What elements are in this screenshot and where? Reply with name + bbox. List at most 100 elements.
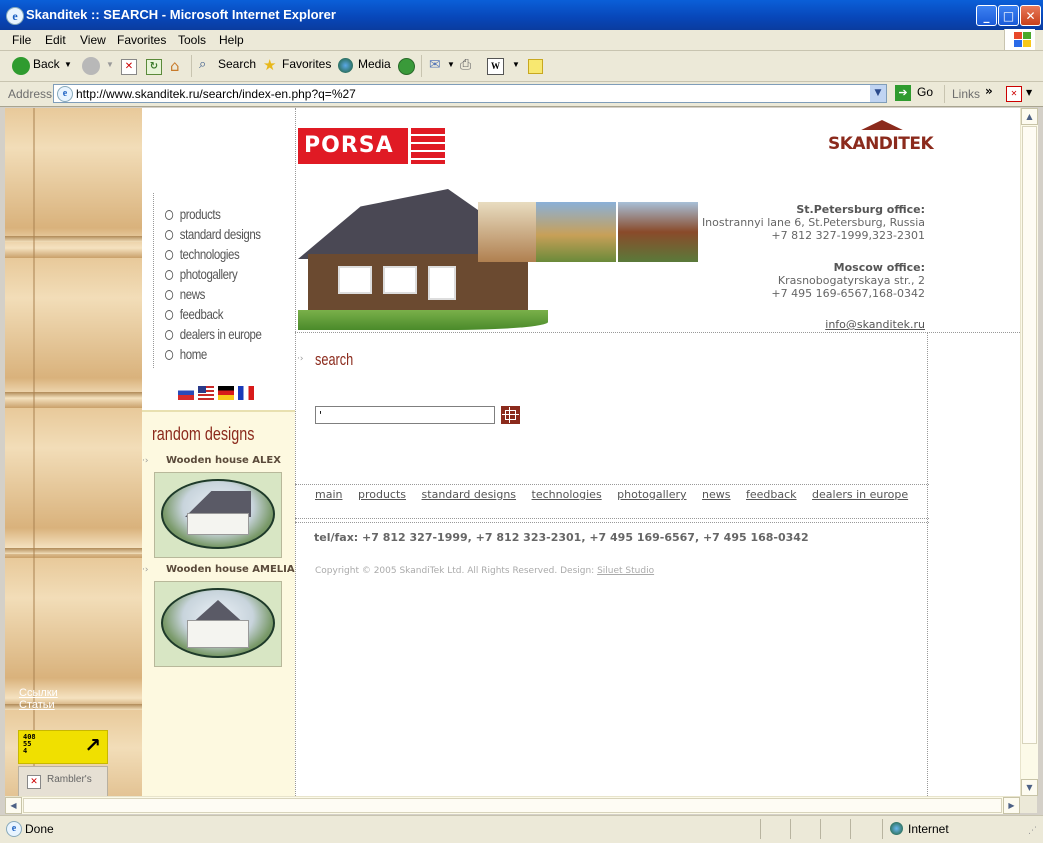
pdf-dropdown-icon[interactable]: ▼ [1026, 88, 1032, 97]
nav-item-standard-designs[interactable]: standard designs [165, 226, 261, 244]
flag-ru-icon[interactable] [178, 386, 194, 400]
messenger-note-icon[interactable] [528, 59, 543, 74]
nav-bullet-icon [165, 330, 174, 341]
resize-grip-icon[interactable]: ⋰ [1028, 826, 1037, 836]
close-button[interactable]: ✕ [1020, 5, 1041, 26]
nav-bullet-icon [165, 350, 174, 361]
scrollbar-corner [1020, 796, 1037, 813]
flag-us-icon[interactable] [198, 386, 214, 400]
mail-dropdown-icon[interactable]: ▼ [447, 60, 455, 69]
menu-help[interactable]: Help [219, 33, 244, 47]
random-designs-title: random designs [152, 424, 255, 444]
nav-item-technologies[interactable]: technologies [165, 246, 240, 264]
print-icon[interactable]: ⎙ [460, 57, 471, 73]
link-links[interactable]: Ссылки [19, 687, 58, 699]
favorites-star-icon[interactable]: ★ [263, 56, 276, 74]
scroll-down-icon[interactable]: ▼ [1021, 779, 1038, 796]
forward-arrow-icon[interactable] [82, 57, 100, 75]
footer-link-photogallery[interactable]: photogallery [617, 488, 686, 501]
moscow-office-title: Moscow office: [833, 261, 925, 274]
edit-word-icon[interactable]: W [487, 58, 504, 75]
scroll-left-icon[interactable]: ◀ [5, 797, 22, 814]
house-title-alex[interactable]: Wooden house ALEX [166, 455, 281, 466]
flag-de-icon[interactable] [218, 386, 234, 400]
maximize-button[interactable]: □ [998, 5, 1019, 26]
internet-globe-icon [890, 822, 903, 835]
minimize-button[interactable]: _ [976, 5, 997, 26]
nav-label: feedback [179, 306, 224, 322]
menu-tools[interactable]: Tools [178, 33, 206, 47]
footer-link-standard-designs[interactable]: standard designs [422, 488, 517, 501]
wood-log-gap [5, 548, 142, 554]
footer-telfax: tel/fax: +7 812 327-1999, +7 812 323-230… [314, 531, 809, 544]
stop-icon[interactable]: ✕ [121, 59, 137, 75]
search-submit-button[interactable] [501, 406, 520, 424]
pdf-icon[interactable]: ✕ [1006, 86, 1022, 102]
refresh-icon[interactable]: ↻ [146, 59, 162, 75]
back-button[interactable]: Back [33, 57, 60, 71]
address-input[interactable]: e http://www.skanditek.ru/search/index-e… [53, 84, 887, 103]
menu-file[interactable]: File [12, 33, 31, 47]
address-dropdown-icon[interactable]: ▼ [870, 85, 886, 102]
footer-link-main[interactable]: main [315, 488, 342, 501]
search-button[interactable]: Search [218, 57, 256, 71]
divider-line [295, 484, 929, 485]
footer-link-feedback[interactable]: feedback [746, 488, 797, 501]
divider-line [295, 522, 929, 523]
menu-favorites[interactable]: Favorites [117, 33, 166, 47]
links-chevron-icon[interactable]: » [985, 84, 993, 98]
menu-edit[interactable]: Edit [45, 33, 66, 47]
go-button[interactable]: ➔ Go [895, 85, 933, 101]
column-divider [927, 332, 928, 796]
spb-office-title: St.Petersburg office: [796, 203, 925, 216]
nav-item-feedback[interactable]: feedback [165, 306, 223, 324]
house-thumbnail-amelia[interactable] [154, 581, 282, 667]
nav-item-products[interactable]: products [165, 206, 221, 224]
footer-link-technologies[interactable]: technologies [532, 488, 602, 501]
scroll-up-icon[interactable]: ▲ [1021, 108, 1038, 125]
nav-item-news[interactable]: news [165, 286, 205, 304]
rambler-counter[interactable]: ✕ Rambler's [18, 766, 108, 796]
footer-link-dealers-in-europe[interactable]: dealers in europe [812, 488, 908, 501]
edit-dropdown-icon[interactable]: ▼ [512, 60, 520, 69]
mail-icon[interactable]: ✉ [429, 57, 441, 73]
search-icon[interactable]: ⌕ [199, 57, 206, 72]
links-button[interactable]: Links [952, 87, 980, 101]
media-button[interactable]: Media [358, 57, 391, 71]
history-icon[interactable] [398, 58, 415, 75]
scroll-right-icon[interactable]: ▶ [1003, 797, 1020, 814]
home-icon[interactable]: ⌂ [170, 57, 180, 75]
status-divider [760, 819, 761, 839]
top100-counter[interactable]: 408 55 4 ↗ [18, 730, 108, 764]
random-designs-panel: random designs ·› Wooden house ALEX ·› W… [142, 410, 295, 796]
footer-link-products[interactable]: products [358, 488, 406, 501]
house-title-amelia[interactable]: Wooden house AMELIA [166, 564, 295, 575]
porsa-logo[interactable]: PORSA [298, 128, 445, 164]
address-bar: Address e http://www.skanditek.ru/search… [0, 82, 1043, 107]
menu-view[interactable]: View [80, 33, 106, 47]
email-link[interactable]: info@skanditek.ru [825, 318, 925, 331]
forward-dropdown-icon[interactable]: ▼ [106, 60, 114, 69]
favorites-button[interactable]: Favorites [282, 57, 331, 71]
back-arrow-icon[interactable] [12, 57, 30, 75]
flag-fr-icon[interactable] [238, 386, 254, 400]
wood-log-gap [5, 236, 142, 242]
link-articles[interactable]: Статьи [19, 699, 58, 711]
horizontal-scroll-thumb[interactable] [23, 798, 1002, 813]
media-globe-icon[interactable] [338, 58, 353, 73]
vertical-scrollbar[interactable]: ▲ ▼ [1020, 108, 1038, 796]
nav-item-home[interactable]: home [165, 346, 207, 364]
vertical-scroll-thumb[interactable] [1022, 126, 1037, 744]
broken-image-icon: ✕ [27, 775, 41, 789]
footer-copyright: Copyright © 2005 SkandiTek Ltd. All Righ… [315, 566, 654, 576]
designer-link[interactable]: Siluet Studio [597, 566, 654, 576]
nav-item-dealers-in-europe[interactable]: dealers in europe [165, 326, 262, 344]
skanditek-logo[interactable]: SKANDITEK [828, 120, 934, 156]
footer-link-news[interactable]: news [702, 488, 730, 501]
horizontal-scrollbar[interactable]: ◀ ▶ [5, 796, 1020, 814]
search-input[interactable] [315, 406, 495, 424]
nav-item-photogallery[interactable]: photogallery [165, 266, 238, 284]
house-thumbnail-alex[interactable] [154, 472, 282, 558]
back-dropdown-icon[interactable]: ▼ [64, 60, 72, 69]
nav-bullet-icon [165, 290, 174, 301]
